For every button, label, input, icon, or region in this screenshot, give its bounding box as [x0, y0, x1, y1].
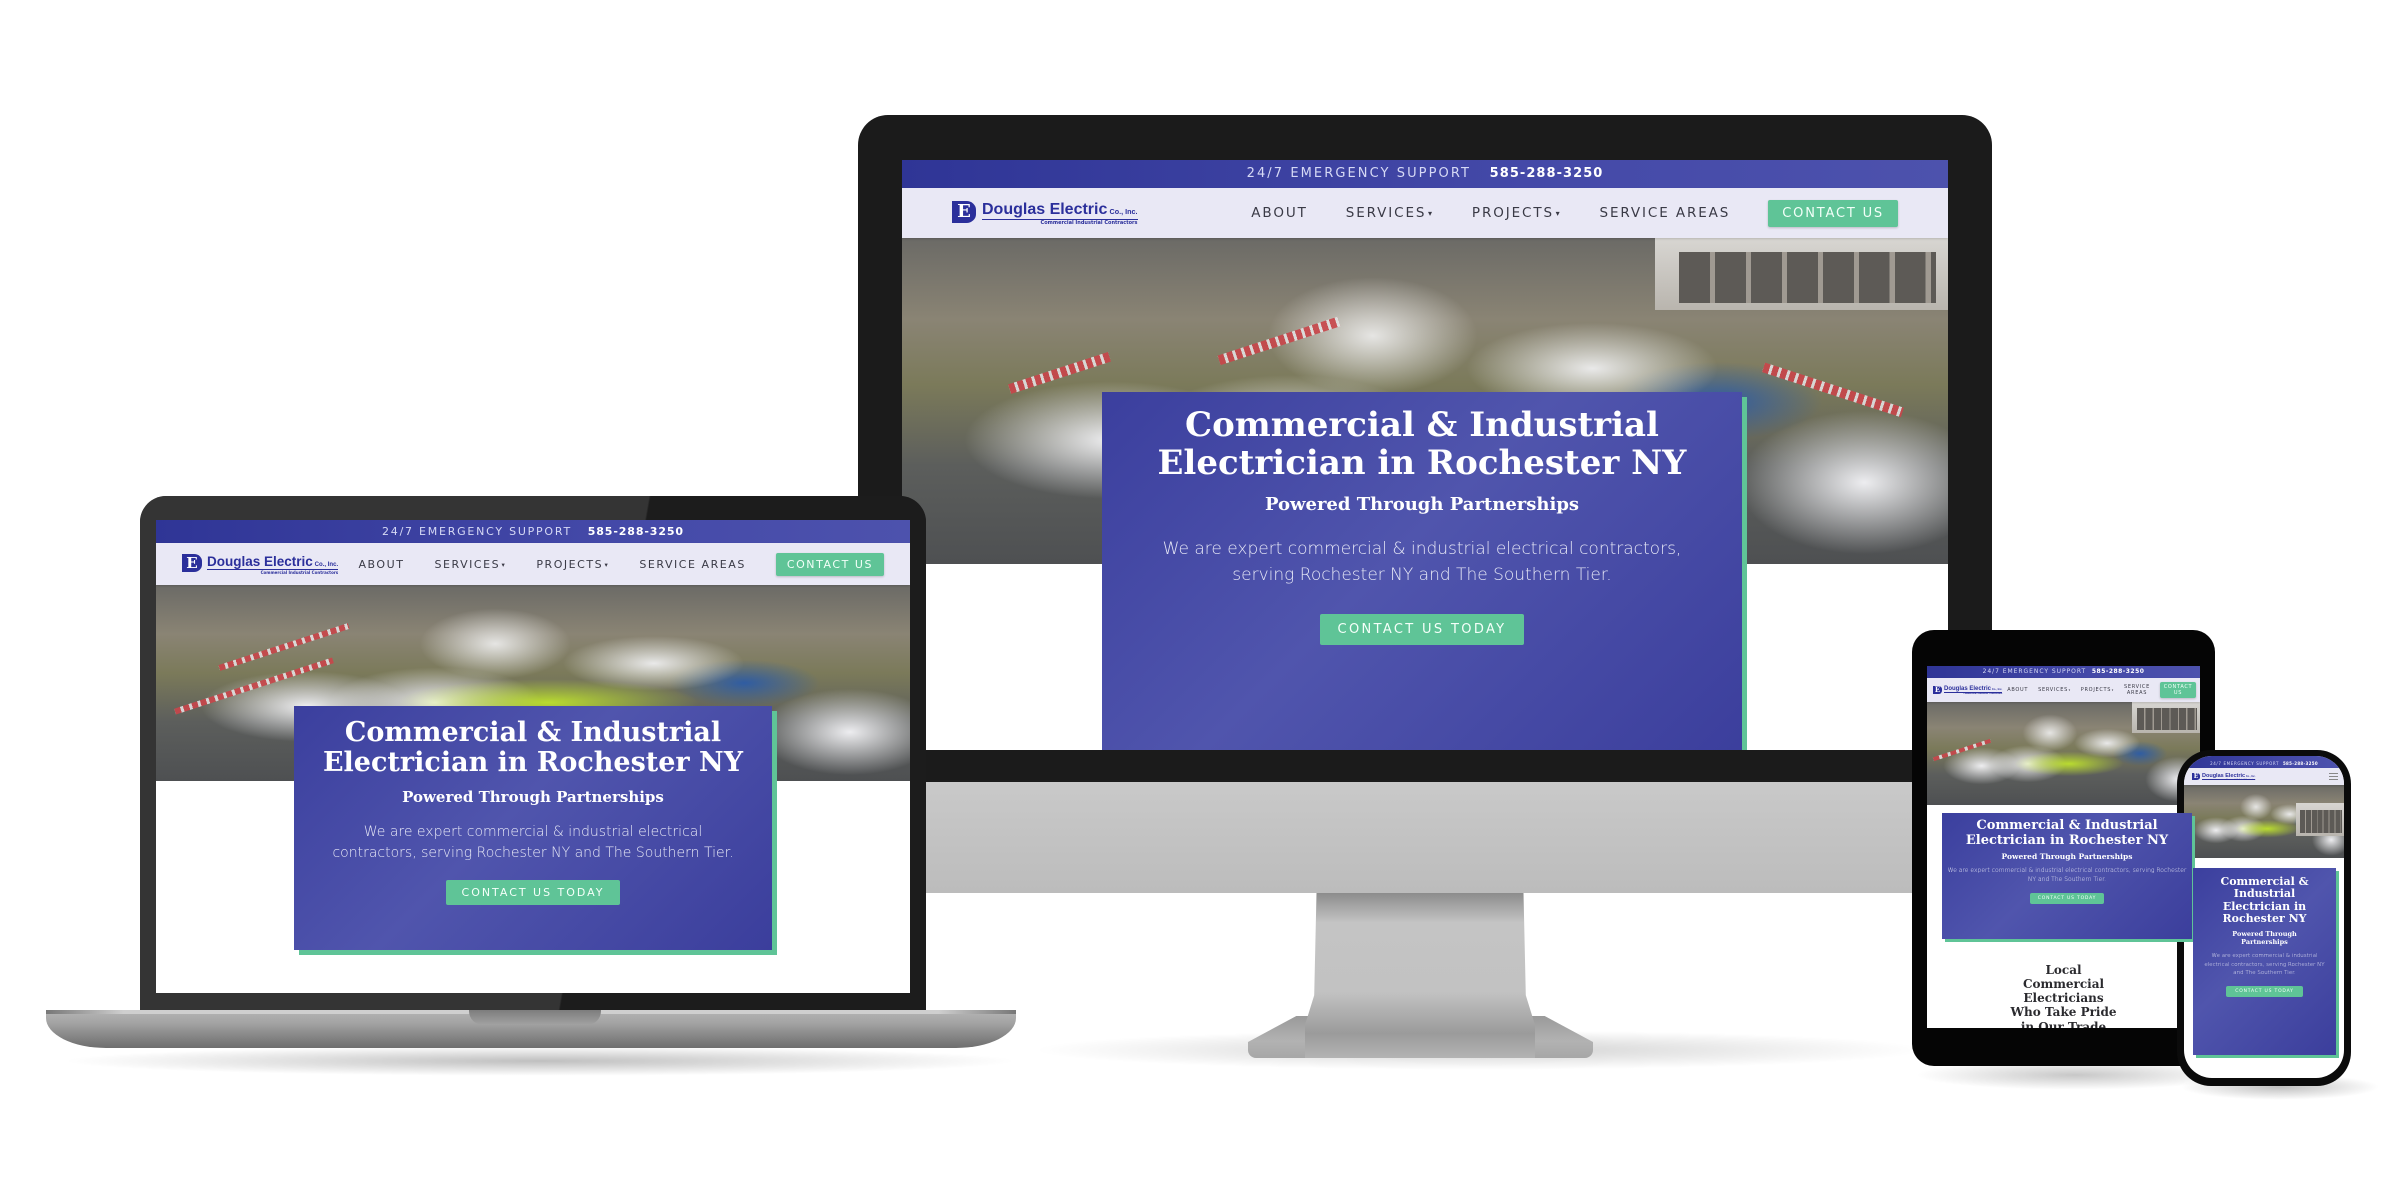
hero-photo-building	[1655, 238, 1948, 310]
logo-suffix: Co., Inc.	[1991, 687, 2003, 691]
contact-us-button[interactable]: CONTACT US	[1768, 199, 1898, 227]
hero-title: Commercial & Industrial Electrician in R…	[322, 717, 744, 779]
hero-team-photo	[1927, 702, 2200, 805]
logo-mark-icon: E	[952, 200, 976, 223]
main-navbar: E Douglas ElectricCo., Inc. Commercial I…	[1927, 678, 2200, 702]
emergency-topbar: 24/7 EMERGENCY SUPPORT 585-288-3250	[902, 160, 1948, 188]
hero-photo-building	[2296, 803, 2344, 837]
contact-us-today-button[interactable]: CONTACT US TODAY	[2226, 986, 2303, 997]
main-navbar: E Douglas ElectricCo., Inc. Commercial I…	[2184, 768, 2344, 785]
nav-projects[interactable]: PROJECTS▾	[2081, 687, 2114, 693]
monitor-chin	[858, 781, 1992, 893]
nav-service-areas[interactable]: SERVICE AREAS	[2124, 684, 2150, 696]
hero-description: We are expert commercial & industrial el…	[332, 824, 734, 862]
hero-subtitle: Powered Through Partnerships	[2232, 930, 2297, 947]
section-title: Local Commercial Electricians Who Take P…	[2010, 963, 2117, 1028]
contact-us-button[interactable]: CONTACT US	[775, 552, 884, 576]
logo-mark-icon: E	[182, 553, 202, 572]
tablet-site-screen: 24/7 EMERGENCY SUPPORT 585-288-3250 E Do…	[1927, 666, 2200, 1028]
emergency-topbar: 24/7 EMERGENCY SUPPORT 585-288-3250	[156, 520, 910, 543]
hamburger-icon[interactable]	[2329, 773, 2338, 780]
hero-title: Commercial & Industrial Electrician in R…	[1965, 818, 2169, 848]
nav-about[interactable]: ABOUT	[1251, 205, 1307, 221]
logo-mark-icon: E	[2192, 772, 2200, 780]
caret-down-icon: ▾	[2068, 687, 2071, 692]
laptop-shadow	[60, 1046, 1020, 1076]
main-navbar: E Douglas ElectricCo., Inc. Commercial I…	[156, 543, 910, 585]
emergency-label: 24/7 EMERGENCY SUPPORT	[382, 525, 572, 538]
contact-us-today-button[interactable]: CONTACT US TODAY	[445, 880, 621, 906]
logo-name: Douglas Electric	[982, 200, 1108, 218]
hero-photo-ladder	[1761, 362, 1905, 417]
hero-description: We are expert commercial & industrial el…	[1947, 867, 2187, 884]
hero-photo-ladder	[1933, 739, 1992, 762]
logo-name: Douglas Electric	[1944, 685, 1992, 692]
logo-mark-icon: E	[1933, 685, 1942, 694]
hero-subtitle: Powered Through Partnerships	[2001, 852, 2133, 862]
phone-site-screen: 24/7 EMERGENCY SUPPORT 585-288-3250 E Do…	[2184, 756, 2344, 1078]
hero-photo-ladder	[1007, 352, 1111, 395]
logo-suffix: Co., Inc.	[2245, 774, 2256, 778]
hero-card: Commercial & Industrial Electrician in R…	[294, 706, 772, 950]
nav-about[interactable]: ABOUT	[2007, 687, 2028, 693]
caret-down-icon: ▾	[1427, 208, 1434, 218]
hero-card: Commercial & Industrial Electrician in R…	[2193, 868, 2336, 1055]
emergency-label: 24/7 EMERGENCY SUPPORT	[2210, 761, 2280, 766]
contact-us-today-button[interactable]: CONTACT US TODAY	[1319, 614, 1525, 646]
hero-subtitle: Powered Through Partnerships	[1264, 494, 1580, 516]
caret-down-icon: ▾	[604, 560, 610, 569]
hero-photo-ladder	[1217, 316, 1340, 365]
hero-card: Commercial & Industrial Electrician in R…	[1102, 392, 1742, 750]
logo-name: Douglas Electric	[2202, 772, 2246, 779]
desktop-site-screen: 24/7 EMERGENCY SUPPORT 585-288-3250 E Do…	[902, 160, 1948, 750]
contact-us-today-button[interactable]: CONTACT US TODAY	[2029, 893, 2105, 905]
emergency-topbar: 24/7 EMERGENCY SUPPORT 585-288-3250	[2184, 756, 2344, 768]
logo[interactable]: E Douglas ElectricCo., Inc. Commercial I…	[182, 553, 339, 575]
nav-service-areas[interactable]: SERVICE AREAS	[1600, 205, 1731, 221]
caret-down-icon: ▾	[1555, 208, 1562, 218]
hero-description: We are expert commercial & industrial el…	[2204, 953, 2325, 976]
monitor-stand	[1305, 893, 1535, 1058]
caret-down-icon: ▾	[501, 560, 507, 569]
logo-suffix: Co., Inc.	[1109, 206, 1138, 216]
logo-tagline: Commercial Industrial Contractors	[260, 569, 339, 575]
laptop-opening-notch	[469, 1010, 601, 1025]
emergency-phone-link[interactable]: 585-288-3250	[2092, 668, 2145, 675]
nav-services[interactable]: SERVICES▾	[2038, 687, 2071, 693]
emergency-label: 24/7 EMERGENCY SUPPORT	[1246, 166, 1472, 181]
logo[interactable]: E Douglas ElectricCo., Inc. Commercial I…	[2192, 772, 2256, 781]
hero-subtitle: Powered Through Partnerships	[402, 788, 664, 807]
logo-suffix: Co., Inc.	[314, 561, 339, 568]
logo-name: Douglas Electric	[207, 553, 313, 569]
nav-projects[interactable]: PROJECTS▾	[1472, 205, 1562, 221]
caret-down-icon: ▾	[2111, 687, 2114, 692]
emergency-phone-link[interactable]: 585-288-3250	[1490, 166, 1604, 181]
nav-about[interactable]: ABOUT	[358, 558, 404, 571]
hero-title: Commercial & Industrial Electrician in R…	[1157, 405, 1687, 484]
nav-projects[interactable]: PROJECTS▾	[536, 558, 609, 571]
emergency-phone-link[interactable]: 585-288-3250	[2283, 761, 2318, 766]
emergency-phone-link[interactable]: 585-288-3250	[588, 525, 684, 538]
hero-photo-building	[2131, 702, 2200, 733]
intro-section: Local Commercial Electricians Who Take P…	[1927, 963, 2200, 1028]
contact-us-button[interactable]: CONTACT US	[2160, 682, 2196, 698]
logo-tagline: Commercial Industrial Contractors	[1040, 219, 1138, 226]
laptop-site-screen: 24/7 EMERGENCY SUPPORT 585-288-3250 E Do…	[156, 520, 910, 993]
nav-services[interactable]: SERVICES▾	[434, 558, 506, 571]
main-navbar: E Douglas ElectricCo., Inc. Commercial I…	[902, 188, 1948, 238]
logo[interactable]: E Douglas ElectricCo., Inc. Commercial I…	[952, 200, 1138, 226]
nav-services[interactable]: SERVICES▾	[1346, 205, 1434, 221]
logo[interactable]: E Douglas ElectricCo., Inc. Commercial I…	[1933, 685, 2003, 695]
hero-title: Commercial & Industrial Electrician in R…	[2220, 875, 2309, 925]
hero-card: Commercial & Industrial Electrician in R…	[1942, 813, 2192, 939]
nav-service-areas[interactable]: SERVICE AREAS	[639, 558, 746, 571]
logo-tagline: Commercial Industrial Contractors	[1963, 692, 2003, 695]
emergency-topbar: 24/7 EMERGENCY SUPPORT 585-288-3250	[1927, 666, 2200, 678]
emergency-label: 24/7 EMERGENCY SUPPORT	[1982, 668, 2087, 675]
hero-team-photo	[2184, 785, 2344, 858]
logo-tagline: Commercial Industrial Contractors	[2226, 779, 2256, 781]
hero-description: We are expert commercial & industrial el…	[1162, 539, 1682, 585]
